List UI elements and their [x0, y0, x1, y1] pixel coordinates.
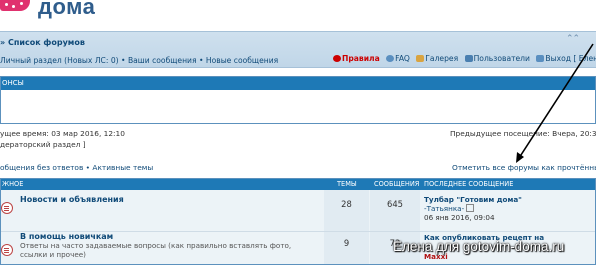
active-topics-link[interactable]: Активные темы: [92, 163, 153, 172]
rules-link[interactable]: Правила: [342, 54, 380, 63]
last-post-date: 06 янв 2016, 09:04: [424, 213, 495, 222]
collapse-header-icon[interactable]: ⌃⌃: [566, 34, 580, 44]
gallery-link[interactable]: Галерея: [425, 54, 458, 63]
announcements-panel: онсы: [0, 76, 596, 124]
users-link[interactable]: Пользователи: [474, 54, 530, 63]
faq-icon: [386, 55, 395, 62]
posts-count: 645: [370, 190, 420, 231]
header-menu: Правила FAQ Галерея Пользователи Выход […: [333, 54, 596, 63]
forum-row-main: В помощь новичкам Ответы на часто задава…: [1, 232, 323, 264]
col-topics: ТЕМЫ: [337, 180, 357, 188]
logout-icon: [536, 55, 545, 62]
rules-icon: [333, 55, 341, 62]
users-icon: [464, 55, 473, 62]
logo-text: дома: [38, 0, 96, 19]
last-post-author[interactable]: -Татьянка-: [424, 204, 464, 213]
unanswered-link[interactable]: общения без ответов: [0, 163, 83, 172]
last-visit: Предыдущее посещение: Вчера, 20:35: [450, 129, 596, 138]
moderator-section-link[interactable]: дераторский раздел ]: [0, 140, 86, 149]
gallery-icon: [416, 55, 425, 62]
mark-all-read-link[interactable]: Отметить все форумы как прочтённые: [452, 163, 596, 172]
col-last-post: ПОСЛЕДНЕЕ СООБЩЕНИЕ: [424, 180, 514, 188]
topics-count: 28: [324, 190, 369, 231]
col-posts: СООБЩЕНИЯ: [374, 180, 420, 188]
logo-cup-icon: [0, 0, 30, 11]
user-links: Личный раздел (Новых ЛС: 0) • Ваши сообщ…: [0, 56, 279, 65]
forum-read-icon: [1, 202, 13, 214]
navbar: » Список форумов ⌃⌃ Личный раздел (Новых…: [0, 31, 596, 68]
forum-row: Новости и объявления 28 645 Тулбар "Гото…: [1, 190, 595, 232]
col-forum: ЖНОЕ: [2, 180, 24, 188]
search-links: общения без ответов • Активные темы: [0, 163, 154, 172]
arrow-head: [516, 152, 524, 163]
new-posts-link[interactable]: Новые сообщения: [206, 56, 278, 65]
breadcrumb[interactable]: » Список форумов: [0, 38, 85, 47]
site-logo[interactable]: дома: [0, 0, 180, 22]
watermark: Елена для gotovim-doma.ru: [393, 239, 565, 254]
faq-link[interactable]: FAQ: [395, 54, 410, 63]
view-latest-post-icon[interactable]: [466, 204, 475, 212]
last-post: Тулбар "Готовим дома" -Татьянка- 06 янв …: [424, 190, 595, 231]
last-post-title[interactable]: Тулбар "Готовим дома": [424, 195, 595, 204]
breadcrumb-forum-index[interactable]: Список форумов: [8, 38, 85, 47]
forum-description: Ответы на часто задаваемые вопросы (как …: [20, 241, 292, 259]
your-posts-link[interactable]: Ваши сообщения: [128, 56, 197, 65]
announcements-header: онсы: [1, 77, 595, 90]
private-messages-link[interactable]: Личный раздел (Новых ЛС: 0): [0, 56, 119, 65]
home-icon: »: [0, 38, 6, 47]
forum-table-header: ЖНОЕ ТЕМЫ СООБЩЕНИЯ ПОСЛЕДНЕЕ СООБЩЕНИЕ: [1, 179, 595, 190]
logout-link[interactable]: Выход [ Елена: [545, 54, 596, 63]
forum-read-icon: [1, 244, 13, 256]
forum-title[interactable]: В помощь новичкам: [20, 232, 113, 241]
forum-title[interactable]: Новости и объявления: [20, 195, 124, 204]
topics-count: 9: [324, 232, 369, 264]
current-time: ущее время: 03 мар 2016, 12:10: [0, 129, 125, 138]
forum-row-main: Новости и объявления: [1, 190, 323, 231]
